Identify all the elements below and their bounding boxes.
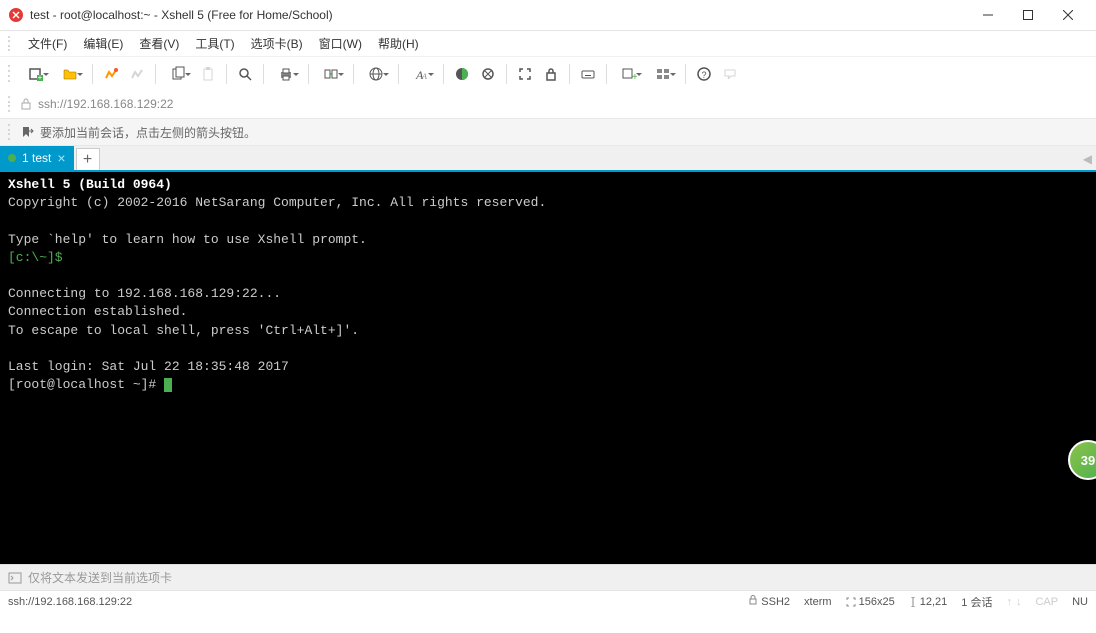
- transfer-button[interactable]: [315, 62, 347, 86]
- tabbar: 1 test × + ◀: [0, 146, 1096, 172]
- feedback-button[interactable]: [718, 62, 742, 86]
- window-title: test - root@localhost:~ - Xshell 5 (Free…: [30, 8, 968, 22]
- compose-bar[interactable]: 仅将文本发送到当前选项卡: [0, 564, 1096, 590]
- svg-text:+: +: [38, 73, 43, 82]
- lock-icon: [748, 596, 758, 608]
- status-cursor: 12,21: [909, 596, 948, 608]
- menubar-grip[interactable]: [8, 35, 14, 53]
- terminal-line: To escape to local shell, press 'Ctrl+Al…: [8, 323, 359, 338]
- encoding-button[interactable]: [360, 62, 392, 86]
- status-term: xterm: [804, 596, 832, 608]
- status-connection: ssh://192.168.168.129:22: [8, 596, 748, 608]
- svg-text:+: +: [632, 72, 637, 82]
- highlights-button[interactable]: [476, 62, 500, 86]
- app-icon: [8, 7, 24, 23]
- newwindow-button[interactable]: +: [613, 62, 645, 86]
- hint-text: 要添加当前会话，点击左侧的箭头按钮。: [40, 124, 256, 141]
- toolbar-separator: [155, 64, 156, 84]
- hintbar-grip[interactable]: [8, 123, 14, 141]
- bookmark-arrow-icon[interactable]: [20, 125, 34, 139]
- statusbar: ssh://192.168.168.129:22 SSH2 xterm 156x…: [0, 590, 1096, 612]
- toolbar-separator: [92, 64, 93, 84]
- fab-value: 39: [1081, 453, 1095, 468]
- toolbar-separator: [443, 64, 444, 84]
- compose-placeholder: 仅将文本发送到当前选项卡: [28, 569, 172, 586]
- menu-file[interactable]: 文件(F): [20, 32, 75, 55]
- font-button[interactable]: AA: [405, 62, 437, 86]
- disconnect-button[interactable]: [125, 62, 149, 86]
- toolbar-separator: [308, 64, 309, 84]
- terminal-line: Xshell 5 (Build 0964): [8, 177, 172, 192]
- terminal-line: Connection established.: [8, 304, 187, 319]
- terminal-cursor: [164, 378, 172, 392]
- svg-text:A: A: [421, 72, 427, 81]
- paste-button[interactable]: [196, 62, 220, 86]
- lock-button[interactable]: [539, 62, 563, 86]
- terminal-prompt: [root@localhost ~]#: [8, 377, 164, 392]
- open-session-button[interactable]: [54, 62, 86, 86]
- address-url[interactable]: ssh://192.168.168.129:22: [38, 97, 173, 111]
- status-num: NU: [1072, 596, 1088, 608]
- toolbar: + AA + ?: [0, 56, 1096, 90]
- tab-close-button[interactable]: ×: [57, 151, 65, 165]
- toolbar-separator: [353, 64, 354, 84]
- toolbar-separator: [398, 64, 399, 84]
- addressbar-grip[interactable]: [8, 95, 14, 113]
- svg-text:?: ?: [701, 70, 706, 80]
- reconnect-button[interactable]: [99, 62, 123, 86]
- menu-tools[interactable]: 工具(T): [187, 32, 242, 55]
- copy-button[interactable]: [162, 62, 194, 86]
- arrange-button[interactable]: [647, 62, 679, 86]
- colorscheme-button[interactable]: [450, 62, 474, 86]
- status-size: 156x25: [846, 596, 895, 608]
- new-session-button[interactable]: +: [20, 62, 52, 86]
- terminal-line: Copyright (c) 2002-2016 NetSarang Comput…: [8, 195, 546, 210]
- add-tab-button[interactable]: +: [76, 148, 100, 170]
- terminal-line: Last login: Sat Jul 22 18:35:48 2017: [8, 359, 289, 374]
- fullscreen-button[interactable]: [513, 62, 537, 86]
- toolbar-separator: [226, 64, 227, 84]
- toolbar-separator: [263, 64, 264, 84]
- menu-window[interactable]: 窗口(W): [311, 32, 370, 55]
- menu-edit[interactable]: 编辑(E): [75, 32, 131, 55]
- toolbar-grip[interactable]: [8, 64, 14, 84]
- terminal-line: Connecting to 192.168.168.129:22...: [8, 286, 281, 301]
- session-tab[interactable]: 1 test ×: [0, 146, 74, 170]
- titlebar: test - root@localhost:~ - Xshell 5 (Free…: [0, 0, 1096, 30]
- status-cap: CAP: [1035, 596, 1058, 608]
- status-nav-arrows[interactable]: ↑↓: [1006, 596, 1021, 608]
- connection-status-icon: [8, 154, 16, 162]
- addressbar: ssh://192.168.168.129:22: [0, 90, 1096, 118]
- menu-help[interactable]: 帮助(H): [370, 32, 427, 55]
- terminal-line: Type `help' to learn how to use Xshell p…: [8, 232, 367, 247]
- find-button[interactable]: [233, 62, 257, 86]
- menu-tab[interactable]: 选项卡(B): [243, 32, 311, 55]
- help-button[interactable]: ?: [692, 62, 716, 86]
- hintbar: 要添加当前会话，点击左侧的箭头按钮。: [0, 118, 1096, 146]
- tab-label: 1 test: [22, 151, 51, 165]
- terminal[interactable]: Xshell 5 (Build 0964) Copyright (c) 2002…: [0, 172, 1096, 564]
- terminal-input-icon: [8, 571, 22, 585]
- maximize-button[interactable]: [1008, 2, 1048, 28]
- tab-scroll-icon[interactable]: ◀: [1083, 152, 1092, 166]
- lock-icon: [20, 98, 32, 110]
- menu-view[interactable]: 查看(V): [131, 32, 187, 55]
- status-protocol: SSH2: [748, 595, 790, 608]
- close-button[interactable]: [1048, 2, 1088, 28]
- status-sessions: 1 会话: [961, 594, 992, 610]
- toolbar-separator: [506, 64, 507, 84]
- keyboard-button[interactable]: [576, 62, 600, 86]
- toolbar-separator: [606, 64, 607, 84]
- terminal-prompt: [c:\~]$: [8, 250, 63, 265]
- print-button[interactable]: [270, 62, 302, 86]
- toolbar-separator: [685, 64, 686, 84]
- toolbar-separator: [569, 64, 570, 84]
- minimize-button[interactable]: [968, 2, 1008, 28]
- menubar: 文件(F) 编辑(E) 查看(V) 工具(T) 选项卡(B) 窗口(W) 帮助(…: [0, 30, 1096, 56]
